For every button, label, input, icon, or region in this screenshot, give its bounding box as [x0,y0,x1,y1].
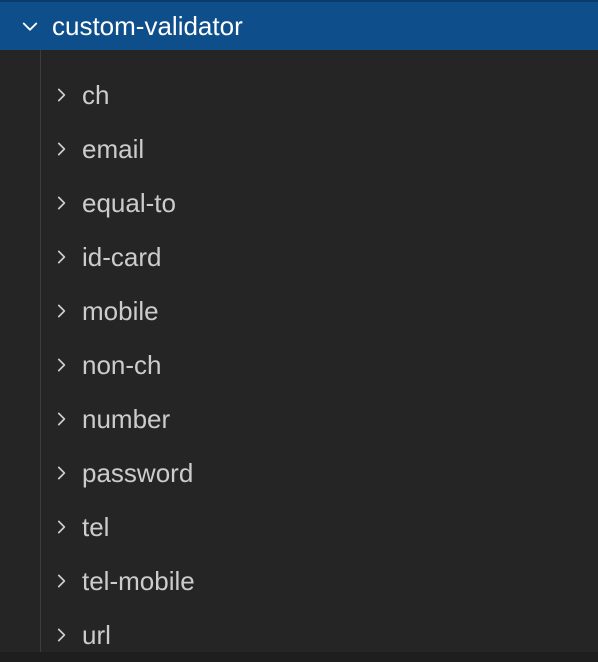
chevron-right-icon [52,410,70,428]
tree-indent-guide [40,50,41,652]
chevron-right-icon [52,302,70,320]
tree-item-mobile[interactable]: mobile [40,284,598,338]
chevron-right-icon [52,248,70,266]
tree-item-label: non-ch [82,350,162,381]
tree-item-label: tel-mobile [82,566,195,597]
tree-item-password[interactable]: password [40,446,598,500]
chevron-right-icon [52,194,70,212]
tree-item-ch[interactable]: ch [40,68,598,122]
tree-item-non-ch[interactable]: non-ch [40,338,598,392]
tree-item-label: url [82,620,111,651]
folder-title: custom-validator [52,11,243,42]
chevron-down-icon [20,16,40,36]
chevron-right-icon [52,464,70,482]
chevron-right-icon [52,518,70,536]
tree-item-number[interactable]: number [40,392,598,446]
tree-item-label: mobile [82,296,159,327]
tree-item-label: ch [82,80,109,111]
tree-item-label: email [82,134,144,165]
tree-item-label: id-card [82,242,161,273]
folder-header[interactable]: custom-validator [0,0,598,50]
chevron-right-icon [52,626,70,644]
tree-item-equal-to[interactable]: equal-to [40,176,598,230]
tree-item-id-card[interactable]: id-card [40,230,598,284]
tree-item-url[interactable]: url [40,608,598,662]
tree-item-tel[interactable]: tel [40,500,598,554]
tree-item-label: password [82,458,193,489]
chevron-right-icon [52,140,70,158]
tree-item-label: tel [82,512,109,543]
tree-item-label: number [82,404,170,435]
tree-item-label: equal-to [82,188,176,219]
chevron-right-icon [52,356,70,374]
tree-item-email[interactable]: email [40,122,598,176]
chevron-right-icon [52,86,70,104]
chevron-right-icon [52,572,70,590]
tree-container: ch email equal-to id-card [0,50,598,652]
tree-item-tel-mobile[interactable]: tel-mobile [40,554,598,608]
